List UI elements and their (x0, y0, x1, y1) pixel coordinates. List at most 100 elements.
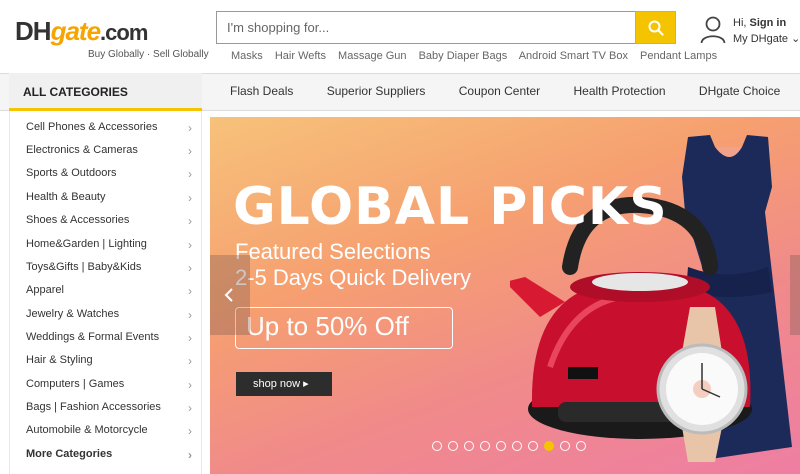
greeting-text: Hi, (733, 17, 747, 29)
category-item[interactable]: Weddings & Formal Events › (26, 331, 196, 354)
chevron-right-icon: › (188, 448, 192, 462)
category-label: Automobile & Motorcycle (26, 424, 148, 436)
chevron-right-icon: › (188, 144, 192, 158)
category-item[interactable]: Computers | Games › (26, 378, 196, 401)
chevron-right-icon: › (188, 308, 192, 322)
carousel-dot[interactable] (544, 441, 554, 451)
category-item[interactable]: Health & Beauty › (26, 191, 196, 214)
category-item[interactable]: Toys&Gifts | Baby&Kids › (26, 261, 196, 284)
hot-search-link[interactable]: Pendant Lamps (640, 50, 717, 62)
chevron-right-icon: › (188, 167, 192, 181)
category-label: Weddings & Formal Events (26, 331, 160, 343)
category-item[interactable]: Shoes & Accessories › (26, 214, 196, 237)
chevron-right-icon: › (188, 378, 192, 392)
chevron-right-icon: › (188, 401, 192, 415)
logo-wordmark: DHgate.com (15, 18, 209, 46)
logo-dh: DH (15, 16, 52, 46)
logo-com: .com (100, 20, 148, 45)
category-item[interactable]: Electronics & Cameras › (26, 144, 196, 167)
hot-search-link[interactable]: Hair Wefts (275, 50, 326, 62)
carousel-dot[interactable] (432, 441, 442, 451)
carousel-prev-button[interactable] (210, 255, 250, 335)
category-item[interactable]: Apparel › (26, 284, 196, 307)
account-menu[interactable]: Hi, Sign in My DHgate ⌄ (700, 14, 800, 48)
category-item[interactable]: Sports & Outdoors › (26, 167, 196, 190)
signin-link[interactable]: Sign in (750, 17, 787, 29)
more-categories-item[interactable]: More Categories › (26, 448, 196, 471)
category-label: More Categories (26, 448, 113, 460)
logo-gate: gate (50, 16, 101, 46)
category-item[interactable]: Home&Garden | Lighting › (26, 238, 196, 261)
nav-health-protection[interactable]: Health Protection (574, 84, 666, 98)
search-bar (216, 11, 676, 44)
shop-now-label: shop now (253, 378, 301, 390)
chevron-right-icon: › (188, 191, 192, 205)
chevron-right-icon: › (188, 284, 192, 298)
banner-product-image (510, 135, 792, 462)
nav-dhgate-choice[interactable]: DHgate Choice (699, 84, 780, 98)
chevron-right-icon: › (188, 261, 192, 275)
category-label: Cell Phones & Accessories (26, 121, 158, 133)
category-label: Toys&Gifts | Baby&Kids (26, 261, 142, 273)
carousel-dot[interactable] (448, 441, 458, 451)
chevron-right-icon: › (188, 354, 192, 368)
carousel-dot[interactable] (496, 441, 506, 451)
chevron-down-icon: ⌄ (791, 33, 800, 45)
category-label: Electronics & Cameras (26, 144, 138, 156)
shop-now-button[interactable]: shop now ▸ (236, 372, 332, 396)
category-label: Shoes & Accessories (26, 214, 130, 226)
carousel-dots (432, 438, 592, 456)
user-icon (700, 16, 726, 44)
my-dhgate-link[interactable]: My DHgate ⌄ (733, 32, 800, 45)
category-item[interactable]: Hair & Styling › (26, 354, 196, 377)
category-item[interactable]: Automobile & Motorcycle › (26, 424, 196, 447)
category-label: Hair & Styling (26, 354, 93, 366)
nav-flash-deals[interactable]: Flash Deals (230, 84, 293, 98)
chevron-right-icon: › (188, 424, 192, 438)
hero-banner[interactable]: GLOBAL PICKS Featured Selections 2-5 Day… (210, 117, 800, 474)
play-arrow-icon: ▸ (303, 378, 309, 390)
chevron-right-icon: › (188, 121, 192, 135)
carousel-dot[interactable] (512, 441, 522, 451)
hot-search-link[interactable]: Massage Gun (338, 50, 406, 62)
account-greeting: Hi, Sign in (733, 17, 786, 29)
category-label: Home&Garden | Lighting (26, 238, 147, 250)
my-dhgate-label: My DHgate (733, 33, 789, 45)
nav-superior-suppliers[interactable]: Superior Suppliers (327, 84, 426, 98)
all-categories-label: ALL CATEGORIES (23, 85, 128, 99)
category-label: Computers | Games (26, 378, 125, 390)
search-input[interactable] (217, 12, 635, 43)
banner-subtitle: Featured Selections (235, 239, 431, 264)
chevron-right-icon: › (188, 238, 192, 252)
search-icon (648, 20, 664, 36)
banner-delivery-text: 2-5 Days Quick Delivery (235, 265, 471, 290)
category-item[interactable]: Jewelry & Watches › (26, 308, 196, 331)
search-button[interactable] (635, 11, 676, 44)
category-label: Bags | Fashion Accessories (26, 401, 161, 413)
carousel-next-button[interactable] (790, 255, 800, 335)
hot-searches: Masks Hair Wefts Massage Gun Baby Diaper… (231, 50, 726, 62)
banner-title: GLOBAL PICKS (233, 177, 668, 237)
nav-coupon-center[interactable]: Coupon Center (459, 84, 540, 98)
header: DHgate.com Buy Globally · Sell Globally … (0, 0, 800, 73)
carousel-dot[interactable] (576, 441, 586, 451)
category-label: Health & Beauty (26, 191, 106, 203)
category-sidebar: Cell Phones & Accessories › Electronics &… (9, 111, 202, 474)
category-item[interactable]: Bags | Fashion Accessories › (26, 401, 196, 424)
category-item[interactable]: Cell Phones & Accessories › (26, 121, 196, 144)
hot-search-link[interactable]: Android Smart TV Box (519, 50, 628, 62)
category-label: Apparel (26, 284, 64, 296)
hot-search-link[interactable]: Masks (231, 50, 263, 62)
carousel-dot[interactable] (560, 441, 570, 451)
carousel-dot[interactable] (480, 441, 490, 451)
chevron-left-icon (224, 288, 233, 302)
all-categories-tab[interactable]: ALL CATEGORIES (9, 73, 202, 111)
chevron-right-icon: › (188, 331, 192, 345)
carousel-dot[interactable] (464, 441, 474, 451)
hot-search-link[interactable]: Baby Diaper Bags (419, 50, 508, 62)
top-nav: Flash Deals Superior Suppliers Coupon Ce… (230, 84, 800, 98)
chevron-right-icon: › (188, 214, 192, 228)
carousel-dot[interactable] (528, 441, 538, 451)
category-label: Jewelry & Watches (26, 308, 120, 320)
dhgate-logo[interactable]: DHgate.com Buy Globally · Sell Globally (15, 18, 209, 60)
